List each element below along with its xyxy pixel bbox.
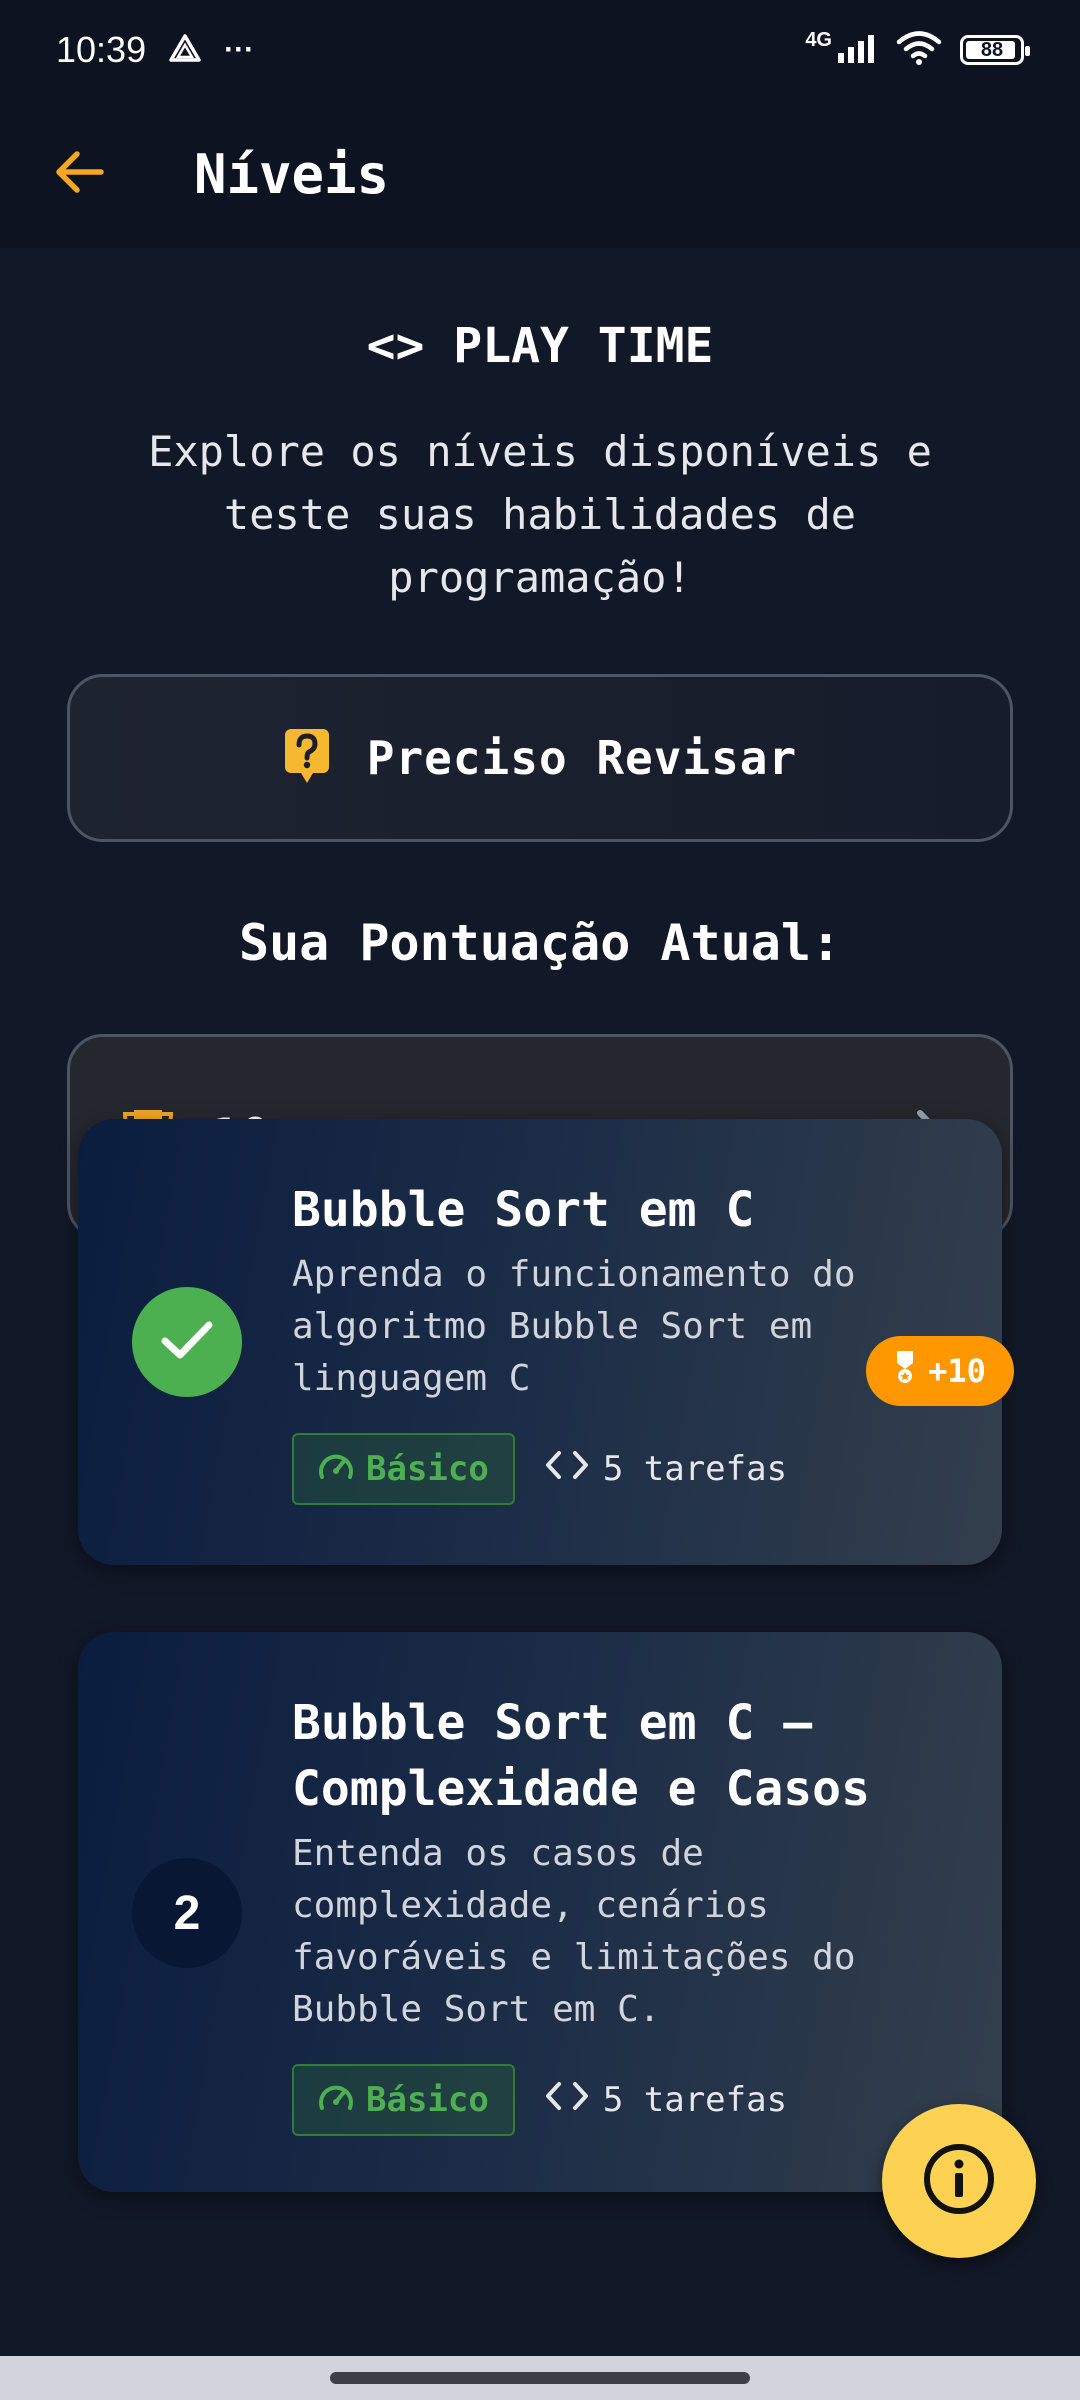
battery-icon: 88 [960, 35, 1030, 65]
more-notifications: ··· [224, 33, 255, 66]
level-body: Bubble Sort em C — Complexidade e Casos … [292, 1690, 972, 2136]
network-type: 4G [805, 28, 832, 51]
hero-title: <> PLAY TIME [366, 318, 714, 374]
medal-icon [894, 1349, 916, 1393]
page-title: Níveis [194, 142, 390, 206]
check-icon [160, 1318, 214, 1366]
level-title: Bubble Sort em C — Complexidade e Casos [292, 1695, 870, 1817]
tasks-label: 5 tarefas [602, 2080, 788, 2120]
gauge-icon [318, 2080, 354, 2121]
tasks-count: 5 tarefas [545, 2080, 787, 2120]
status-right: 4G 88 [805, 28, 1030, 70]
level-card-2[interactable]: 2 Bubble Sort em C — Complexidade e Caso… [78, 1632, 1002, 2192]
review-button[interactable]: Preciso Revisar [67, 674, 1013, 842]
drive-icon [168, 33, 202, 68]
gauge-icon [318, 1449, 354, 1490]
code-icon [545, 2080, 589, 2120]
difficulty-label: Básico [366, 2080, 489, 2120]
status-bar: 10:39 ··· 4G 88 [0, 0, 1080, 100]
status-time: 10:39 [56, 29, 147, 70]
wifi-icon [896, 30, 942, 70]
info-fab-button[interactable] [882, 2104, 1036, 2258]
level-body: Bubble Sort em C Aprenda o funcionamento… [292, 1177, 972, 1505]
signal-icon [836, 33, 878, 68]
level-card-1[interactable]: Bubble Sort em C Aprenda o funcionamento… [78, 1119, 1002, 1565]
level-number-marker: 2 [132, 1858, 242, 1968]
difficulty-label: Básico [366, 1449, 489, 1489]
level-description: Entenda os casos de complexidade, cenári… [292, 1833, 856, 2030]
level-tags: Básico 5 tarefas [292, 2064, 972, 2136]
review-button-label: Preciso Revisar [366, 731, 798, 785]
arrow-left-icon [55, 150, 105, 198]
hero-subtitle: Explore os níveis disponíveis e teste su… [148, 427, 932, 602]
reward-value: +10 [928, 1352, 986, 1390]
score-heading: Sua Pontuação Atual: [238, 914, 842, 972]
battery-level: 88 [980, 38, 1004, 61]
level-completed-marker [132, 1287, 242, 1397]
reward-badge: +10 [866, 1336, 1014, 1406]
gesture-nav-bar [0, 2356, 1080, 2400]
status-left: 10:39 ··· [56, 29, 254, 71]
difficulty-tag: Básico [292, 2064, 515, 2136]
info-icon [921, 2141, 997, 2221]
back-button[interactable] [52, 146, 108, 202]
question-icon [283, 727, 331, 789]
level-title: Bubble Sort em C [292, 1182, 755, 1238]
home-handle[interactable] [330, 2372, 750, 2384]
tasks-count: 5 tarefas [545, 1449, 787, 1489]
tasks-label: 5 tarefas [602, 1449, 788, 1489]
app-bar: Níveis [0, 100, 1080, 248]
level-tags: Básico 5 tarefas [292, 1433, 972, 1505]
code-icon [545, 1449, 589, 1489]
difficulty-tag: Básico [292, 1433, 515, 1505]
